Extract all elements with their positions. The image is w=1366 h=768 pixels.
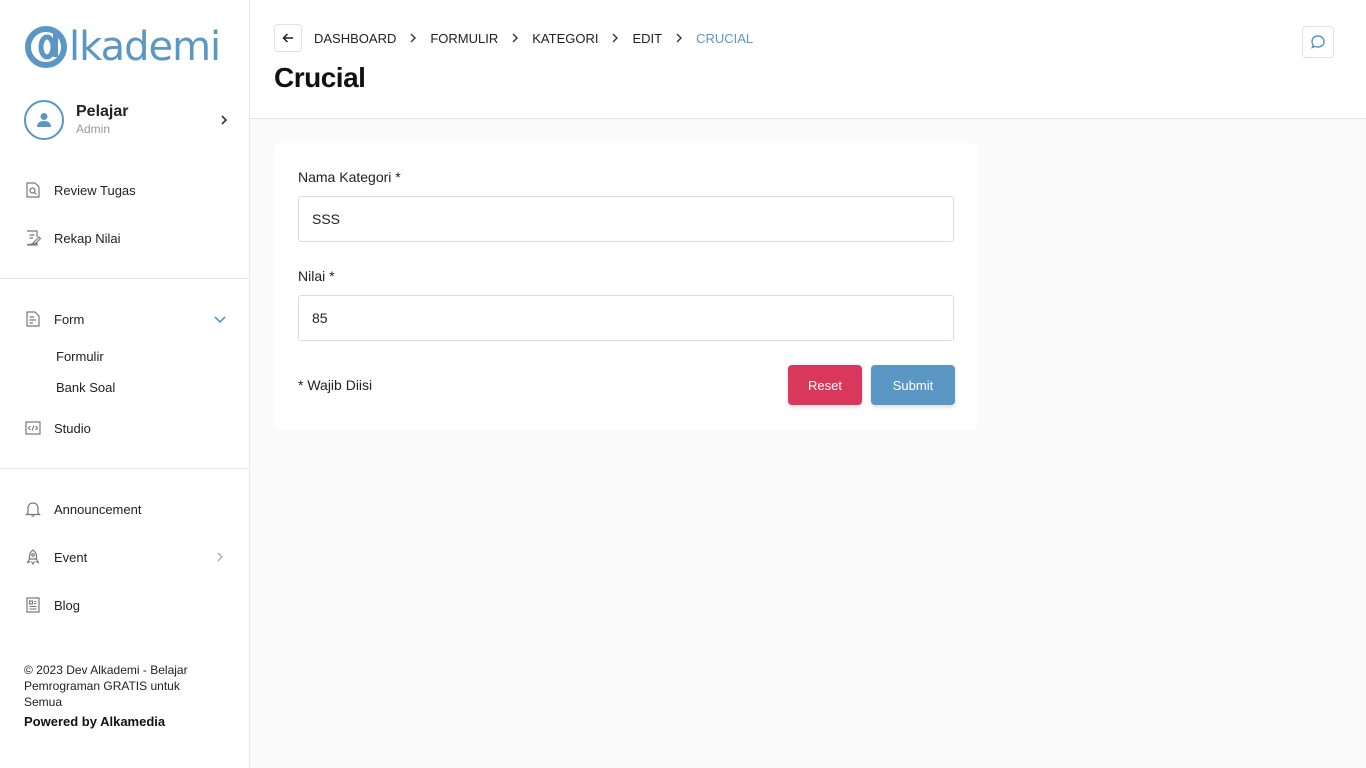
profile-switcher[interactable]: Pelajar Admin <box>24 100 229 140</box>
category-name-input[interactable] <box>298 196 954 242</box>
sidebar-item-label: Studio <box>54 420 91 436</box>
sidebar-divider <box>0 468 249 469</box>
sidebar-item-label: Review Tugas <box>54 182 136 198</box>
page-header: DASHBOARD FORMULIR KATEGORI EDIT CRUCIAL… <box>250 0 1366 119</box>
profile-name: Pelajar <box>76 103 129 120</box>
chevron-right-icon <box>221 115 228 125</box>
sidebar-item-rekap-nilai[interactable]: Rekap Nilai <box>24 226 229 250</box>
footer-powered-by: Powered by Alkamedia <box>24 714 166 729</box>
sidebar-item-blog[interactable]: Blog <box>24 593 229 617</box>
arrow-left-icon <box>282 33 293 43</box>
page-title: Crucial <box>274 62 366 93</box>
breadcrumb-edit[interactable]: EDIT <box>632 31 662 46</box>
code-icon <box>25 421 41 435</box>
rocket-icon <box>26 549 40 566</box>
chevron-right-icon <box>676 33 683 43</box>
sidebar-item-label: Rekap Nilai <box>54 230 121 246</box>
breadcrumb-dashboard[interactable]: DASHBOARD <box>314 31 396 46</box>
chevron-right-icon <box>512 33 519 43</box>
sidebar-item-review-tugas[interactable]: Review Tugas <box>24 178 229 202</box>
chat-bubble-icon <box>1311 35 1325 49</box>
bell-icon <box>25 502 41 517</box>
breadcrumb-kategori[interactable]: KATEGORI <box>532 31 598 46</box>
sidebar-item-announcement[interactable]: Announcement <box>24 497 229 521</box>
alkademi-logo[interactable]: lkademi <box>24 24 221 70</box>
chevron-right-icon <box>612 33 619 43</box>
blog-icon <box>26 597 40 613</box>
logo-at-icon <box>25 26 67 68</box>
footer-copyright: © 2023 Dev Alkademi - Belajar Pemrograma… <box>24 663 188 709</box>
chevron-right-icon <box>410 33 417 43</box>
sidebar-item-label: Blog <box>54 597 81 613</box>
required-note: * Wajib Diisi <box>298 377 373 393</box>
submit-button[interactable]: Submit <box>871 365 955 405</box>
breadcrumb: DASHBOARD FORMULIR KATEGORI EDIT CRUCIAL <box>314 29 753 47</box>
sidebar-item-studio[interactable]: Studio <box>24 416 229 440</box>
category-form-card: Nama Kategori * Nilai * * Wajib Diisi Re… <box>274 143 978 430</box>
sidebar-subitem-formulir[interactable]: Formulir <box>56 349 104 364</box>
reset-button[interactable]: Reset <box>788 365 862 405</box>
sidebar: lkademi Pelajar Admin Review Tugas Rekap… <box>0 0 250 768</box>
avatar <box>24 100 64 140</box>
edit-note-icon <box>26 230 42 246</box>
score-input[interactable] <box>298 295 954 341</box>
breadcrumb-formulir[interactable]: FORMULIR <box>430 31 498 46</box>
score-label: Nilai * <box>298 268 335 284</box>
review-icon <box>26 182 40 198</box>
logo-text: lkademi <box>69 24 221 70</box>
breadcrumb-current: CRUCIAL <box>696 30 754 46</box>
back-button[interactable] <box>274 24 302 52</box>
sidebar-item-label: Event <box>54 549 88 565</box>
sidebar-subitem-bank-soal[interactable]: Bank Soal <box>56 380 115 395</box>
chevron-right-icon <box>217 552 223 562</box>
sidebar-divider <box>0 278 249 279</box>
category-name-label: Nama Kategori * <box>298 169 401 185</box>
user-icon <box>37 113 51 127</box>
sidebar-item-event[interactable]: Event <box>24 545 229 569</box>
form-icon <box>26 311 40 327</box>
sidebar-item-form[interactable]: Form <box>24 307 229 331</box>
chat-button[interactable] <box>1302 26 1334 58</box>
sidebar-item-label: Announcement <box>54 501 142 517</box>
profile-role: Admin <box>76 122 111 136</box>
chevron-down-icon <box>214 316 226 324</box>
sidebar-item-label: Form <box>54 311 85 327</box>
